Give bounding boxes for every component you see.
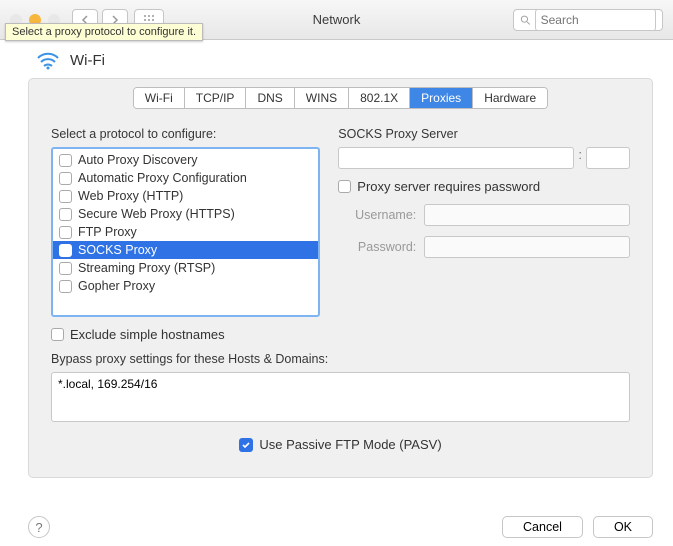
username-input[interactable] [424,204,630,226]
protocol-item[interactable]: SOCKS Proxy [53,241,318,259]
protocol-label: SOCKS Proxy [78,243,157,257]
wifi-icon [36,50,60,70]
protocol-checkbox[interactable] [59,154,72,167]
protocol-item[interactable]: Auto Proxy Discovery [53,151,318,169]
protocol-label: Select a protocol to configure: [51,127,320,141]
tab-hardware[interactable]: Hardware [473,88,547,108]
ok-button[interactable]: OK [593,516,653,538]
host-port-separator: : [578,147,582,169]
cancel-button[interactable]: Cancel [502,516,583,538]
connection-name: Wi-Fi [70,52,105,69]
search-input[interactable] [535,9,656,31]
protocol-checkbox[interactable] [59,190,72,203]
protocol-checkbox[interactable] [59,172,72,185]
settings-panel: Wi-FiTCP/IPDNSWINS802.1XProxiesHardware … [28,78,653,478]
tab-group: Wi-FiTCP/IPDNSWINS802.1XProxiesHardware [133,87,548,109]
username-label: Username: [338,208,416,222]
proxy-port-input[interactable] [586,147,630,169]
protocol-item[interactable]: Automatic Proxy Configuration [53,169,318,187]
bypass-textarea[interactable] [51,372,630,422]
help-button[interactable]: ? [28,516,50,538]
protocol-item[interactable]: FTP Proxy [53,223,318,241]
exclude-hostnames-checkbox[interactable] [51,328,64,341]
exclude-hostnames-label: Exclude simple hostnames [70,327,225,342]
password-input[interactable] [424,236,630,258]
protocol-label: Web Proxy (HTTP) [78,189,183,203]
protocol-label: Automatic Proxy Configuration [78,171,247,185]
password-label: Password: [338,240,416,254]
protocol-checkbox[interactable] [59,262,72,275]
server-label: SOCKS Proxy Server [338,127,630,141]
tooltip: Select a proxy protocol to configure it. [5,23,203,41]
protocol-checkbox[interactable] [59,208,72,221]
protocol-label: Auto Proxy Discovery [78,153,197,167]
protocol-checkbox[interactable] [59,244,72,257]
search-field[interactable] [513,9,663,31]
tab-8021x[interactable]: 802.1X [349,88,410,108]
passive-ftp-checkbox[interactable] [239,438,253,452]
search-icon [520,14,531,26]
passive-ftp-label: Use Passive FTP Mode (PASV) [259,437,441,452]
proxy-host-input[interactable] [338,147,574,169]
bypass-label: Bypass proxy settings for these Hosts & … [51,352,630,366]
requires-password-checkbox[interactable] [338,180,351,193]
titlebar: Network Select a proxy protocol to confi… [0,0,673,40]
protocol-label: Gopher Proxy [78,279,155,293]
protocol-item[interactable]: Streaming Proxy (RTSP) [53,259,318,277]
protocol-label: Streaming Proxy (RTSP) [78,261,215,275]
tab-wifi[interactable]: Wi-Fi [134,88,185,108]
connection-header: Wi-Fi [0,40,673,78]
protocol-label: FTP Proxy [78,225,137,239]
protocol-item[interactable]: Gopher Proxy [53,277,318,295]
protocol-label: Secure Web Proxy (HTTPS) [78,207,235,221]
protocol-item[interactable]: Secure Web Proxy (HTTPS) [53,205,318,223]
protocol-list[interactable]: Auto Proxy Discovery Automatic Proxy Conf… [51,147,320,317]
tab-wins[interactable]: WINS [295,88,349,108]
requires-password-label: Proxy server requires password [357,179,540,194]
tab-dns[interactable]: DNS [246,88,294,108]
tab-tcpip[interactable]: TCP/IP [185,88,247,108]
protocol-checkbox[interactable] [59,226,72,239]
protocol-item[interactable]: Web Proxy (HTTP) [53,187,318,205]
tab-proxies[interactable]: Proxies [410,88,473,108]
protocol-checkbox[interactable] [59,280,72,293]
